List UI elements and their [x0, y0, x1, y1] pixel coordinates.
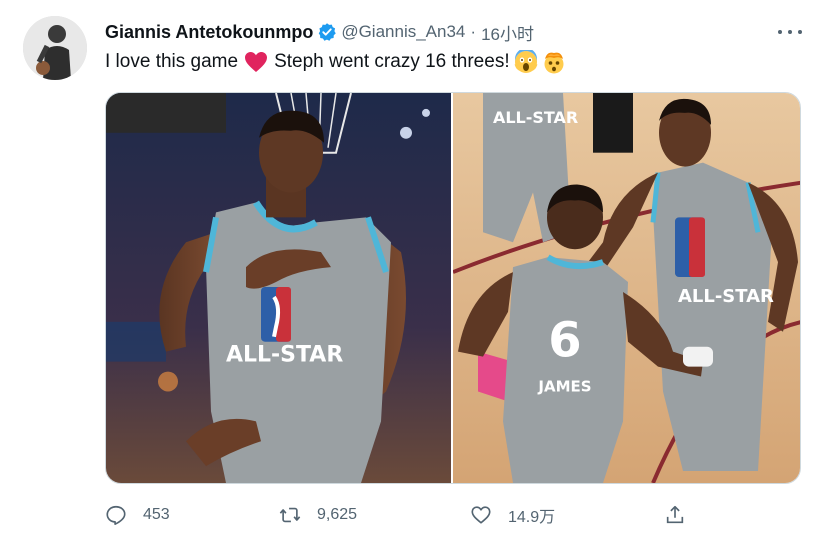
tweet-media[interactable]: ALL-STAR ALL-STAR 6 JAMES ALL-STAR	[105, 92, 801, 484]
author-handle[interactable]: @Giannis_An34	[341, 22, 465, 42]
photo-lebron-giannis[interactable]: ALL-STAR 6 JAMES ALL-STAR	[453, 93, 800, 483]
retweet-count: 9,625	[317, 506, 358, 523]
screaming-face-emoji-icon	[514, 48, 538, 74]
tweet-text-part-1: I love this game	[105, 51, 239, 72]
more-options-icon[interactable]	[778, 24, 802, 40]
exploding-head-emoji-icon	[542, 50, 566, 74]
jersey-text-1: ALL-STAR	[226, 343, 343, 368]
retweet-icon	[279, 507, 301, 523]
reply-icon	[106, 505, 126, 525]
tweet-timestamp[interactable]: 16小时	[481, 20, 534, 45]
verified-badge-icon	[317, 22, 337, 42]
jersey-text-2b: ALL-STAR	[678, 286, 774, 307]
retweet-button[interactable]: 9,625	[279, 500, 357, 530]
tweet-actions: 453 9,625 14.9万	[105, 500, 805, 530]
reply-count: 453	[143, 506, 170, 523]
share-button[interactable]	[664, 500, 702, 530]
author-name[interactable]: Giannis Antetokounmpo	[105, 22, 313, 43]
red-heart-emoji-icon	[244, 51, 268, 73]
tweet-text-part-2: Steph went crazy 16 threes!	[274, 51, 510, 72]
photo-giannis[interactable]: ALL-STAR	[106, 93, 451, 483]
share-icon	[666, 505, 684, 524]
separator-dot: ·	[470, 22, 477, 41]
avatar[interactable]	[23, 16, 87, 80]
like-count: 14.9万	[508, 509, 556, 526]
jersey-text-2a: ALL-STAR	[493, 108, 578, 127]
tweet-header: Giannis Antetokounmpo @Giannis_An34 · 16…	[105, 20, 534, 44]
tweet-text: I love this game Steph went crazy 16 thr…	[105, 48, 566, 76]
tweet-card[interactable]: Giannis Antetokounmpo @Giannis_An34 · 16…	[0, 0, 824, 546]
reply-button[interactable]: 453	[105, 500, 170, 530]
jersey-name: JAMES	[537, 378, 591, 396]
like-button[interactable]: 14.9万	[470, 500, 555, 530]
heart-icon	[471, 506, 491, 524]
jersey-number: 6	[548, 314, 581, 369]
